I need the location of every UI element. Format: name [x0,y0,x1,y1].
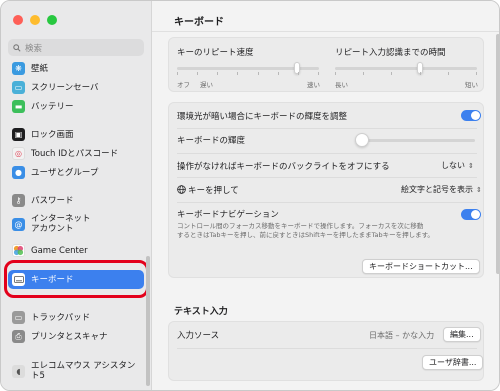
sidebar-item-internet-accounts[interactable]: @ インターネット アカウント [8,211,144,237]
sidebar-item-passwords[interactable]: ⚷ パスワード [8,191,144,210]
battery-icon: ▬ [12,100,25,113]
keyboard-shortcuts-button[interactable]: キーボードショートカット... [362,259,480,274]
backlight-popup[interactable]: しない ⇕ [441,160,474,171]
row-divider [177,153,477,154]
game-center-icon [12,244,25,257]
wallpaper-icon: ❋ [12,62,25,75]
globe-label: キーを押して [188,185,239,196]
input-sources-label: 入力ソース [177,331,220,341]
brightness-slider[interactable] [359,139,475,142]
input-sources-row: 入力ソース [169,326,485,344]
row-divider [177,348,477,349]
sidebar-item-label: インターネット アカウント [31,214,91,234]
sidebar: 検索 ❋ 壁紙 ▭ スクリーンセーバ ▬ バッテリー ▣ ロック画面 ◎ Tou… [1,1,152,390]
globe-popup[interactable]: 絵文字と記号を表示 ⇕ [401,184,482,195]
sidebar-item-label: トラックパッド [31,312,91,323]
search-field[interactable]: 検索 [8,39,144,56]
brightness-label: キーボードの輝度 [177,136,246,146]
sidebar-item-printers[interactable]: ⎙ プリンタとスキャナ [8,327,144,346]
printer-icon: ⎙ [12,330,25,343]
sidebar-item-battery[interactable]: ▬ バッテリー [8,97,144,116]
sidebar-item-label: 壁紙 [31,63,49,74]
sidebar-item-label: スクリーンセーバ [31,82,99,93]
row-divider [177,202,477,203]
ambient-toggle[interactable] [461,110,481,121]
sidebar-scrollbar[interactable] [146,256,150,386]
close-button[interactable] [13,15,23,25]
ambient-label: 環境光が暗い場合にキーボードの輝度を調整 [177,112,348,122]
search-icon [13,43,21,52]
globe-icon [177,185,186,194]
settings-window: 検索 ❋ 壁紙 ▭ スクリーンセーバ ▬ バッテリー ▣ ロック画面 ◎ Tou… [0,0,500,391]
backlight-label: 操作がなければキーボードのバックライトをオフにする [177,161,390,172]
zoom-button[interactable] [47,15,57,25]
nav-description-1: コントロール間のフォーカス移動をキーボードで操作します。フォーカスを次に移動 [177,222,424,230]
mouse-app-icon: ◖ [12,364,25,378]
keyboard-settings-panel: 環境光が暗い場合にキーボードの輝度を調整 キーボードの輝度 操作がなければキーボ… [168,102,484,278]
search-placeholder: 検索 [25,43,43,54]
sidebar-item-screensaver[interactable]: ▭ スクリーンセーバ [8,78,144,97]
sidebar-item-touch-id[interactable]: ◎ Touch IDとパスコード [8,144,144,163]
main-scrollbar[interactable] [496,34,499,274]
sidebar-item-lock-screen[interactable]: ▣ ロック画面 [8,125,144,144]
at-icon: @ [12,217,25,231]
key-repeat-off-label: オフ [177,81,190,89]
sidebar-item-game-center[interactable]: Game Center [8,241,144,260]
nav-label: キーボードナビゲーション [177,210,279,220]
sidebar-item-wallpaper[interactable]: ❋ 壁紙 [8,59,144,78]
backlight-row: 操作がなければキーボードのバックライトをオフにする [169,156,485,175]
nav-row: キーボードナビゲーション [169,207,485,221]
chevron-updown-icon: ⇕ [476,185,482,194]
repeat-delay-ticks [335,72,477,75]
title-divider [152,31,499,32]
key-icon: ⚷ [12,194,25,207]
repeat-panel: キーのリピート速度 リピート入力認識までの時間 オフ 遅い 速い 長い 短い [168,37,484,92]
sidebar-item-label: エレコムマウス アシスタント5 [31,361,136,381]
sidebar-item-label: ユーザとグループ [31,167,99,178]
sidebar-item-users[interactable]: ● ユーザとグループ [8,163,144,182]
sidebar-item-trackpad[interactable]: ▭ トラックパッド [8,308,144,327]
fingerprint-icon: ◎ [12,147,25,160]
repeat-delay-slider[interactable] [335,67,477,70]
repeat-delay-short-label: 短い [465,81,478,89]
sidebar-item-label: プリンタとスキャナ [31,331,108,342]
globe-value: 絵文字と記号を表示 [401,185,473,194]
repeat-delay-long-label: 長い [335,81,348,89]
input-sources-value: 日本語 – かな入力 [369,331,435,340]
row-divider [177,128,477,129]
key-repeat-slow-label: 遅い [200,81,213,89]
repeat-delay-label: リピート入力認識までの時間 [335,48,446,58]
text-input-panel: 入力ソース 日本語 – かな入力 編集... ユーザ辞書... [168,321,484,381]
window-controls [13,15,57,25]
key-repeat-fast-label: 速い [307,81,320,89]
sidebar-item-label: Touch IDとパスコード [31,148,119,159]
chevron-updown-icon: ⇕ [468,161,474,170]
brightness-knob[interactable] [355,133,369,147]
highlight-ring [4,260,149,298]
nav-toggle[interactable] [461,209,481,220]
page-title: キーボード [174,17,224,28]
edit-input-sources-button[interactable]: 編集... [443,327,481,342]
lock-icon: ▣ [12,128,25,141]
users-icon: ● [12,166,25,179]
screensaver-icon: ▭ [12,81,25,94]
trackpad-icon: ▭ [12,311,25,324]
backlight-value: しない [441,161,465,170]
sidebar-item-label: ロック画面 [31,129,74,140]
sidebar-item-elecom-mouse[interactable]: ◖ エレコムマウス アシスタント5 [8,358,144,384]
minimize-button[interactable] [30,15,40,25]
sidebar-item-label: バッテリー [31,101,74,112]
key-repeat-label: キーのリピート速度 [177,48,254,58]
text-input-section-title: テキスト入力 [174,307,228,317]
row-divider [177,177,477,178]
sidebar-item-label: パスワード [31,195,74,206]
sidebar-item-label: Game Center [31,245,88,256]
user-dictionary-button[interactable]: ユーザ辞書... [422,355,484,370]
key-repeat-ticks [177,72,319,75]
ambient-row: 環境光が暗い場合にキーボードの輝度を調整 [169,107,485,125]
main-pane: キーボード キーのリピート速度 リピート入力認識までの時間 オフ 遅い 速い 長… [152,1,499,390]
nav-description-2: するときはTabキーを押し、前に戻すときはShiftキーを押したままTabキーを… [177,231,434,239]
